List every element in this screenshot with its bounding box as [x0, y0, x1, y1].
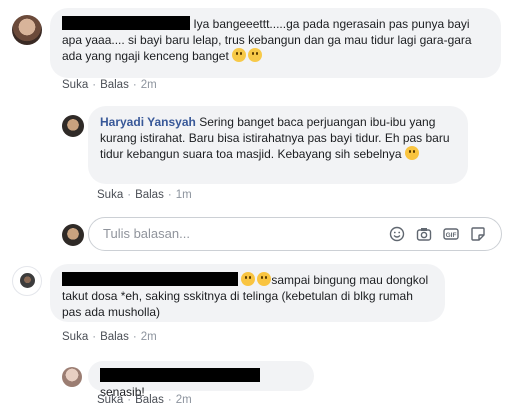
reply-input[interactable] — [101, 225, 365, 242]
reply-author-avatar[interactable] — [62, 367, 82, 387]
redacted-author-name — [62, 272, 238, 286]
timestamp[interactable]: 2m — [176, 394, 192, 406]
reply-author-name[interactable]: Haryadi Yansyah — [100, 115, 196, 129]
emoji-icon — [248, 48, 263, 62]
reply-actions: Suka · Balas · 2m — [97, 394, 192, 406]
timestamp[interactable]: 1m — [176, 189, 192, 201]
redacted-author-name — [62, 16, 190, 30]
comment-bubble: Iya bangeeettt.....ga pada ngerasain pas… — [50, 8, 501, 78]
reply-actions: Suka · Balas · 1m — [97, 189, 192, 201]
reply-bubble: senasib! — [88, 361, 314, 399]
commenter-avatar[interactable] — [12, 15, 42, 45]
comment-actions: Suka · Balas · 2m — [62, 331, 157, 343]
laughing-emoji-icon — [257, 272, 272, 286]
commenter-avatar[interactable] — [12, 266, 42, 296]
like-link[interactable]: Suka — [62, 331, 88, 343]
gif-icon[interactable]: GIF — [443, 226, 459, 242]
timestamp[interactable]: 2m — [141, 79, 157, 91]
reply-link[interactable]: Balas — [100, 79, 129, 91]
comment-text: dosa *eh, saking sskitnya di telinga (ke… — [62, 289, 413, 319]
emoji-icon — [232, 48, 247, 62]
like-link[interactable]: Suka — [62, 79, 88, 91]
reply-link[interactable]: Balas — [100, 331, 129, 343]
laughing-emoji-icon — [241, 272, 256, 286]
current-user-avatar — [62, 224, 84, 246]
svg-text:GIF: GIF — [446, 232, 457, 239]
reply-author-avatar[interactable] — [62, 115, 84, 137]
like-link[interactable]: Suka — [97, 189, 123, 201]
comment-actions: Suka · Balas · 2m — [62, 79, 157, 91]
timestamp[interactable]: 2m — [141, 331, 157, 343]
camera-icon[interactable] — [416, 226, 432, 242]
sticker-icon[interactable] — [470, 226, 486, 242]
like-link[interactable]: Suka — [97, 394, 123, 406]
reply-bubble: Haryadi Yansyah Sering banget baca perju… — [88, 106, 468, 184]
reply-link[interactable]: Balas — [135, 189, 164, 201]
reply-link[interactable]: Balas — [135, 394, 164, 406]
redacted-author-name — [100, 368, 260, 382]
comment-bubble: sampai bingung mau dongkol takut dosa *e… — [50, 264, 445, 322]
emoji-icon[interactable] — [389, 226, 405, 242]
grinning-emoji-icon — [404, 146, 419, 160]
reply-composer[interactable]: GIF — [88, 217, 502, 251]
